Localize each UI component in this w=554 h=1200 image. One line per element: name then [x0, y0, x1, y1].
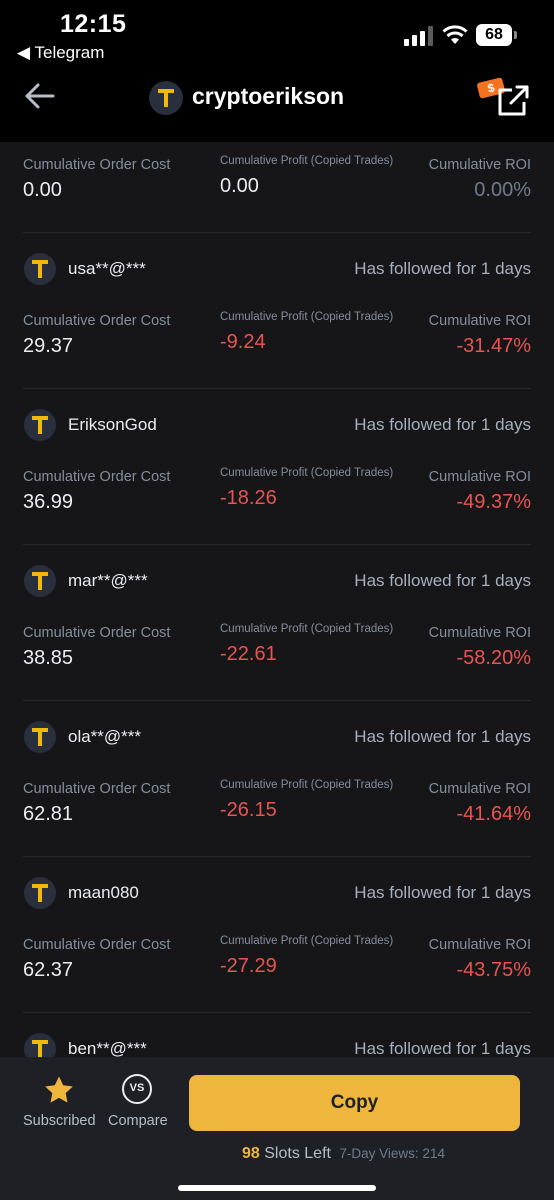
profit-label: Cumulative Profit (Copied Trades) — [220, 467, 394, 479]
cost-value: 62.37 — [23, 959, 74, 981]
follower-avatar — [24, 877, 56, 909]
cost-value: 62.81 — [23, 803, 74, 825]
wifi-icon — [442, 25, 468, 44]
cost-label: Cumulative Order Cost — [23, 469, 171, 485]
follow-duration: Has followed for 1 days — [354, 727, 531, 746]
follow-duration: Has followed for 1 days — [354, 883, 531, 902]
follower-avatar — [24, 253, 56, 285]
follower-avatar — [24, 565, 56, 597]
roi-label: Cumulative ROI — [428, 313, 531, 329]
profit-label: Cumulative Profit (Copied Trades) — [220, 311, 394, 323]
roi-label: Cumulative ROI — [428, 625, 531, 641]
subscribed-button[interactable]: Subscribed — [23, 1113, 96, 1129]
roi-value: -31.47% — [456, 335, 532, 357]
slots-info: 98 Slots Left 7-Day Views: 214 — [242, 1145, 445, 1163]
nav-header: cryptoerikson $ — [0, 68, 554, 142]
profit-value: -26.15 — [220, 799, 277, 821]
cost-value: 29.37 — [23, 335, 74, 357]
summary-profit-value: 0.00 — [220, 175, 259, 197]
share-button[interactable]: $ — [474, 76, 534, 116]
profit-label: Cumulative Profit (Copied Trades) — [220, 935, 394, 947]
compare-icon[interactable]: VS — [122, 1074, 152, 1104]
cost-label: Cumulative Order Cost — [23, 781, 171, 797]
follow-duration: Has followed for 1 days — [354, 1039, 531, 1057]
battery-level: 68 — [476, 24, 512, 46]
summary-roi-value: 0.00% — [474, 179, 531, 201]
roi-value: -41.64% — [456, 803, 532, 825]
follower-avatar — [24, 409, 56, 441]
profit-value: -27.29 — [220, 955, 277, 977]
follower-name: usa**@*** — [68, 259, 146, 278]
cost-label: Cumulative Order Cost — [23, 625, 171, 641]
followers-list[interactable]: Cumulative Order Cost Cumulative Profit … — [0, 142, 554, 1057]
follow-duration: Has followed for 1 days — [354, 571, 531, 590]
follower-name: maan080 — [68, 883, 139, 902]
seven-day-views: 7-Day Views: 214 — [339, 1146, 445, 1161]
follower-avatar — [24, 1033, 56, 1057]
back-arrow-icon[interactable] — [24, 82, 56, 110]
profit-label: Cumulative Profit (Copied Trades) — [220, 155, 394, 167]
slots-label: Slots Left — [264, 1145, 331, 1162]
cellular-signal-icon — [404, 26, 433, 46]
copy-button[interactable]: Copy — [189, 1075, 520, 1131]
list-item: EriksonGod Has followed for 1 days Cumul… — [0, 388, 554, 544]
follow-duration: Has followed for 1 days — [354, 415, 531, 434]
list-item: ben**@*** Has followed for 1 days Cumula… — [0, 1012, 554, 1057]
follow-duration: Has followed for 1 days — [354, 259, 531, 278]
list-item: ola**@*** Has followed for 1 days Cumula… — [0, 700, 554, 856]
roi-label: Cumulative ROI — [428, 157, 531, 173]
roi-value: -43.75% — [456, 959, 532, 981]
roi-label: Cumulative ROI — [428, 469, 531, 485]
status-bar: 12:15 ◀ Telegram 68 — [0, 0, 554, 68]
star-icon[interactable] — [44, 1075, 74, 1105]
follower-avatar — [24, 721, 56, 753]
list-item: usa**@*** Has followed for 1 days Cumula… — [0, 232, 554, 388]
follower-name: EriksonGod — [68, 415, 157, 434]
compare-button[interactable]: Compare — [108, 1113, 168, 1129]
list-item: maan080 Has followed for 1 days Cumulati… — [0, 856, 554, 1012]
roi-label: Cumulative ROI — [428, 781, 531, 797]
roi-label: Cumulative ROI — [428, 937, 531, 953]
follower-name: mar**@*** — [68, 571, 148, 590]
page-title: cryptoerikson — [192, 83, 345, 109]
cost-label: Cumulative Order Cost — [23, 157, 171, 173]
roi-value: -49.37% — [456, 491, 532, 513]
cost-label: Cumulative Order Cost — [23, 313, 171, 329]
battery-icon: 68 — [476, 24, 518, 46]
profit-value: -18.26 — [220, 487, 277, 509]
share-external-icon — [498, 85, 529, 116]
bottom-action-bar: Subscribed VS Compare Copy 98 Slots Left… — [0, 1057, 554, 1200]
summary-stats: Cumulative Order Cost Cumulative Profit … — [0, 142, 554, 232]
profit-value: -9.24 — [220, 331, 266, 353]
trader-avatar — [149, 81, 183, 115]
profit-value: -22.61 — [220, 643, 277, 665]
back-to-telegram-link[interactable]: ◀ Telegram — [17, 43, 104, 63]
cost-label: Cumulative Order Cost — [23, 937, 171, 953]
roi-value: -58.20% — [456, 647, 532, 669]
list-item: mar**@*** Has followed for 1 days Cumula… — [0, 544, 554, 700]
follower-name: ben**@*** — [68, 1039, 147, 1057]
clock: 12:15 — [60, 10, 127, 38]
follower-name: ola**@*** — [68, 727, 142, 746]
slots-count: 98 — [242, 1145, 260, 1162]
cost-value: 36.99 — [23, 491, 74, 513]
summary-cost-value: 0.00 — [23, 179, 62, 201]
profit-label: Cumulative Profit (Copied Trades) — [220, 623, 394, 635]
profit-label: Cumulative Profit (Copied Trades) — [220, 779, 394, 791]
home-indicator[interactable] — [178, 1185, 376, 1191]
cost-value: 38.85 — [23, 647, 74, 669]
